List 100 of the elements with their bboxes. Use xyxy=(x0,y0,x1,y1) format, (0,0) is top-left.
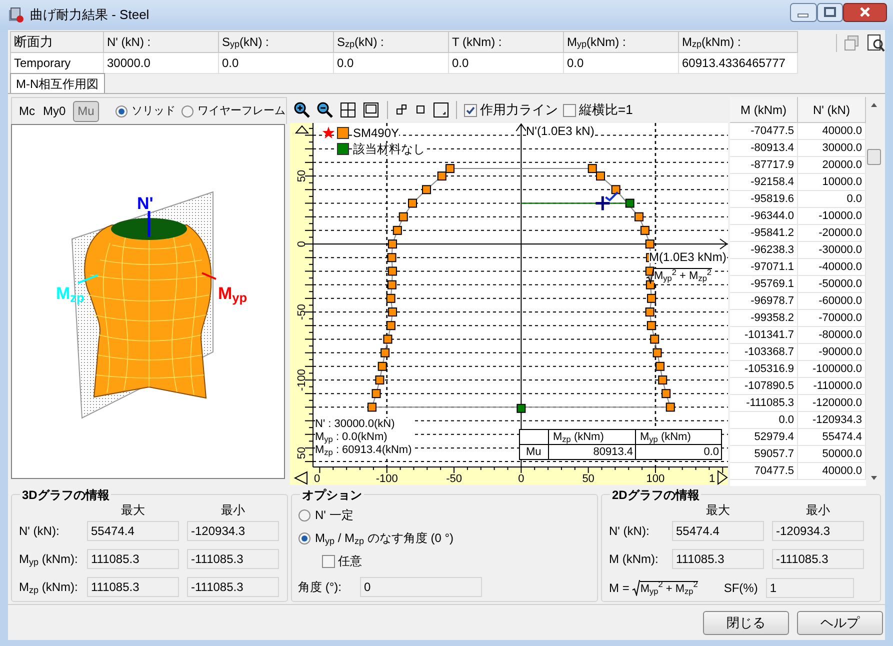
radio-label[interactable]: N' 一定 xyxy=(315,506,354,524)
frame-icon[interactable] xyxy=(362,101,380,119)
radio-label[interactable]: M$_{yp}$ / M$_{zp}$ のなす角度 (0 °) xyxy=(315,529,454,547)
column-header: M$_{zp}$ (kNm) xyxy=(549,430,636,445)
field-label: M$_{zp}$ (kNm): xyxy=(19,579,79,596)
field-label: 角度 (°): xyxy=(298,579,342,596)
dialog-button[interactable]: ヘルプ xyxy=(797,610,883,634)
tick-label: 50 xyxy=(582,473,594,485)
tab[interactable]: M-N相互作用図 xyxy=(10,73,105,93)
readonly-field: 55474.4 xyxy=(672,521,764,541)
readonly-field: -111085.3 xyxy=(187,577,279,597)
checkbox-label[interactable]: 任意 xyxy=(338,552,362,570)
table-cell: -107890.5 xyxy=(730,378,798,395)
field-label: M (kNm): xyxy=(609,551,660,568)
table-cell: 52979.4 xyxy=(730,429,798,446)
table-cell: 30000.0 xyxy=(104,53,219,74)
square-root-icon[interactable] xyxy=(632,580,640,596)
column-header: 最大 xyxy=(705,502,731,519)
table-cell: 60913.4336465777 xyxy=(679,53,798,74)
column-header: M (kNm) xyxy=(730,97,798,123)
shrink-icon[interactable] xyxy=(395,103,409,117)
table-cell: -95769.1 xyxy=(730,276,798,293)
zoom-in-icon[interactable] xyxy=(293,101,311,119)
dialog-button[interactable]: 閉じる xyxy=(703,610,789,634)
scroll-left-icon xyxy=(294,471,308,485)
readonly-field: 111085.3 xyxy=(87,577,179,597)
app-icon[interactable] xyxy=(8,7,24,23)
column-header: S$_{yp}$(kN) : xyxy=(219,32,334,53)
table-cell: -105316.9 xyxy=(730,361,798,378)
angle-field[interactable]: 0 xyxy=(360,577,482,597)
radio-button[interactable] xyxy=(115,104,128,118)
radio-label[interactable]: ワイヤーフレーム xyxy=(197,102,286,120)
column-header: S$_{zp}$(kN) : xyxy=(334,32,449,53)
maximize-button[interactable] xyxy=(817,2,843,22)
tick-label: 0 xyxy=(518,473,524,485)
readonly-field: 111085.3 xyxy=(672,549,764,569)
readonly-field: 55474.4 xyxy=(87,521,179,541)
axis-title: M(1.0E3 kNm) xyxy=(649,251,726,263)
axis-title: N'(1.0E3 kN) xyxy=(526,125,594,137)
table-cell: -111085.3 xyxy=(730,395,798,412)
table-cell: -97071.1 xyxy=(730,259,798,276)
tick-label: -100 xyxy=(376,473,398,485)
close-button[interactable] xyxy=(843,2,887,22)
radio-button[interactable] xyxy=(298,532,311,544)
table-cell: -103368.7 xyxy=(730,344,798,361)
square-root-icon[interactable] xyxy=(646,268,654,284)
zoom-out-icon[interactable] xyxy=(316,101,334,119)
tick-label: -100 xyxy=(296,368,308,391)
column-header: 最小 xyxy=(220,502,246,519)
checkbox-label[interactable]: 作用力ライン xyxy=(480,100,558,120)
star-icon[interactable] xyxy=(322,126,335,139)
table-cell: -70477.5 xyxy=(730,123,798,140)
row-header: Temporary xyxy=(11,53,104,74)
scrollbar-thumb[interactable] xyxy=(867,149,881,165)
radio-button[interactable] xyxy=(181,104,194,118)
mode-button[interactable]: Mu xyxy=(72,100,100,122)
readonly-field: -120934.3 xyxy=(772,521,864,541)
scroll-up-icon xyxy=(294,125,310,134)
radio-button[interactable] xyxy=(298,508,311,522)
table-cell: -96978.7 xyxy=(730,293,798,310)
sf-field[interactable]: 1 xyxy=(766,578,854,598)
tick-label: 0 xyxy=(314,473,320,485)
legend-label: 該当材料なし xyxy=(353,143,425,155)
checkbox[interactable] xyxy=(322,554,335,568)
field-label: N' (kN): xyxy=(19,523,60,540)
checkbox[interactable] xyxy=(464,104,477,116)
row-header: Mu xyxy=(520,445,549,460)
field-label: N' (kN): xyxy=(609,523,650,540)
tick-label: 50 xyxy=(296,446,308,460)
tick-label: 0 xyxy=(296,240,308,248)
table-cell: 0.0 xyxy=(564,53,679,74)
table-cell: 0.0 xyxy=(636,445,722,460)
checkbox-label[interactable]: 縦横比=1 xyxy=(579,100,633,120)
table-cell: -95841.2 xyxy=(730,225,798,242)
readonly-field: -111085.3 xyxy=(187,549,279,569)
readonly-field: -111085.3 xyxy=(772,549,864,569)
table-cell: -101341.7 xyxy=(730,327,798,344)
field-label: SF(%) xyxy=(724,580,758,597)
column-header: T (kNm) : xyxy=(449,32,564,53)
field-label: M$_{yp}$ (kNm): xyxy=(19,551,79,568)
preview-icon[interactable] xyxy=(867,34,885,52)
tick-label: -50 xyxy=(446,473,462,485)
column-header: 最大 xyxy=(120,502,146,519)
info-text: N' : 30000.0(kN) xyxy=(315,418,412,431)
column-header: M$_{yp}$ (kNm) xyxy=(636,430,722,445)
table-cell: 80913.4 xyxy=(549,445,636,460)
table-cell: 59057.7 xyxy=(730,446,798,463)
minimize-button[interactable] xyxy=(790,2,817,22)
checkbox[interactable] xyxy=(563,104,576,116)
mode-button[interactable]: My0 xyxy=(42,100,67,122)
mode-button[interactable]: Mc xyxy=(18,100,36,122)
group-title: 2Dグラフの情報 xyxy=(610,486,702,504)
expand-icon[interactable] xyxy=(433,102,449,118)
readonly-field: 111085.3 xyxy=(87,549,179,569)
scroll-right-icon xyxy=(718,470,728,485)
table-cell: -95819.6 xyxy=(730,191,798,208)
column-header: N' (kN) xyxy=(798,97,866,123)
fit-view-icon[interactable] xyxy=(339,101,357,119)
group-title: オプション xyxy=(300,486,364,504)
radio-label[interactable]: ソリッド xyxy=(131,102,176,120)
